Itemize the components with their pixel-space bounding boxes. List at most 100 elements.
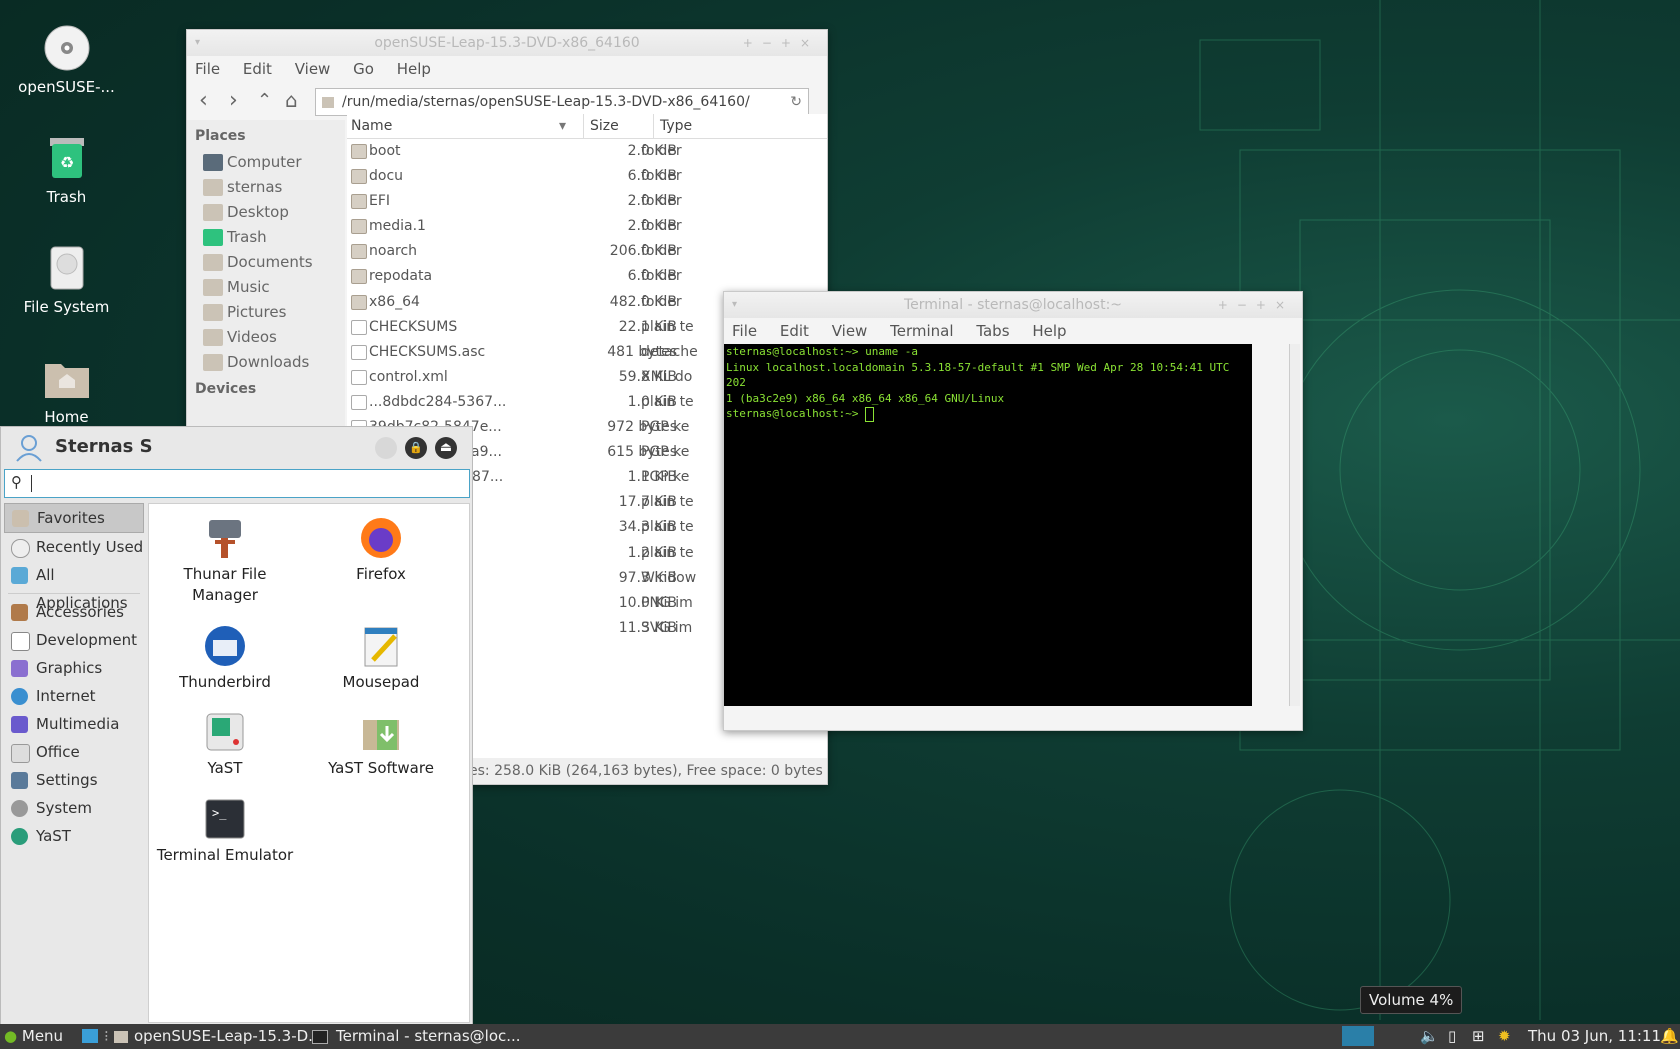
- network-icon[interactable]: ⊞: [1472, 1024, 1485, 1049]
- sidebar-item-label: Music: [227, 278, 270, 296]
- category-accessories[interactable]: Accessories: [4, 598, 144, 626]
- app-thunar[interactable]: Thunar File Manager: [149, 516, 301, 606]
- sidebar-item-documents[interactable]: Documents: [187, 250, 345, 275]
- forward-icon[interactable]: ›: [229, 88, 238, 113]
- lock-icon[interactable]: 🔒: [405, 437, 427, 459]
- up-icon[interactable]: ⌃: [257, 90, 272, 111]
- menu-file[interactable]: File: [732, 322, 757, 340]
- sidebar-item-downloads[interactable]: Downloads: [187, 350, 345, 375]
- clock-icon: [11, 539, 30, 558]
- table-row[interactable]: boot 2.0 KiB folder: [347, 139, 827, 164]
- desktop-icon-trash[interactable]: ♻ Trash: [0, 134, 133, 206]
- menu-go[interactable]: Go: [353, 60, 374, 78]
- terminal-window: ▾ Terminal - sternas@localhost:~ +−+× Fi…: [723, 291, 1303, 731]
- category-label: System: [36, 799, 92, 817]
- category-label: Multimedia: [36, 715, 120, 733]
- table-row[interactable]: docu 6.0 KiB folder: [347, 164, 827, 189]
- sidebar-item-desktop[interactable]: Desktop: [187, 200, 345, 225]
- app-yast-software[interactable]: YaST Software: [305, 710, 457, 779]
- table-row[interactable]: noarch 206.0 KiB folder: [347, 239, 827, 264]
- menu-view[interactable]: View: [295, 60, 331, 78]
- file-type: plain te: [641, 393, 694, 410]
- app-mousepad[interactable]: Mousepad: [305, 624, 457, 693]
- harddisk-icon: [43, 244, 91, 292]
- menu-terminal[interactable]: Terminal: [890, 322, 953, 340]
- table-row[interactable]: EFI 2.0 KiB folder: [347, 189, 827, 214]
- column-size[interactable]: Size: [583, 114, 619, 138]
- code-icon: [11, 632, 30, 651]
- terminal-prompt: sternas@localhost:~>: [726, 407, 866, 420]
- window-controls[interactable]: +−+×: [1218, 292, 1294, 318]
- app-yast[interactable]: YaST: [149, 710, 301, 779]
- sidebar-item-pictures[interactable]: Pictures: [187, 300, 345, 325]
- show-desktop-icon[interactable]: [82, 1029, 98, 1043]
- search-input[interactable]: ⚲: [4, 469, 470, 498]
- back-icon[interactable]: ‹: [199, 88, 208, 113]
- location-field[interactable]: /run/media/sternas/openSUSE-Leap-15.3-DV…: [315, 88, 809, 116]
- window-titlebar[interactable]: ▾ openSUSE-Leap-15.3-DVD-x86_64160 +−+×: [187, 30, 827, 56]
- category-all-applications[interactable]: All Applications: [4, 561, 144, 612]
- category-settings[interactable]: Settings: [4, 766, 144, 794]
- table-row[interactable]: repodata 6.0 KiB folder: [347, 264, 827, 289]
- reload-icon[interactable]: ↻: [790, 89, 802, 115]
- window-titlebar[interactable]: ▾ Terminal - sternas@localhost:~ +−+×: [724, 292, 1302, 318]
- home-icon[interactable]: ⌂: [285, 88, 298, 112]
- column-type[interactable]: Type: [653, 114, 692, 138]
- column-name[interactable]: Name: [351, 114, 392, 138]
- app-terminal[interactable]: >_ Terminal Emulator: [149, 797, 301, 866]
- star-icon: [12, 510, 29, 527]
- menubar: File Edit View Go Help: [187, 56, 827, 82]
- terminal-output[interactable]: sternas@localhost:~> uname -a Linux loca…: [724, 344, 1252, 706]
- menu-file[interactable]: File: [195, 60, 220, 78]
- notification-icon[interactable]: 🔔: [1660, 1024, 1679, 1049]
- menu-button[interactable]: ● Menu: [4, 1024, 63, 1049]
- clock[interactable]: Thu 03 Jun, 11:11: [1528, 1024, 1661, 1049]
- category-office[interactable]: Office: [4, 738, 144, 766]
- category-development[interactable]: Development: [4, 626, 144, 654]
- task-file-manager[interactable]: openSUSE-Leap-15.3-D...: [114, 1024, 322, 1049]
- menu-edit[interactable]: Edit: [780, 322, 809, 340]
- task-terminal[interactable]: Terminal - sternas@loc...: [312, 1024, 521, 1049]
- category-multimedia[interactable]: Multimedia: [4, 710, 144, 738]
- category-graphics[interactable]: Graphics: [4, 654, 144, 682]
- menu-tabs[interactable]: Tabs: [976, 322, 1009, 340]
- app-thunderbird[interactable]: Thunderbird: [149, 624, 301, 693]
- desktop-icon-dvd[interactable]: openSUSE-...: [0, 24, 133, 96]
- avatar: [16, 435, 42, 462]
- menu-help[interactable]: Help: [397, 60, 431, 78]
- battery-icon[interactable]: ▯: [1448, 1024, 1456, 1049]
- updates-icon[interactable]: ✹: [1498, 1024, 1511, 1049]
- volume-icon[interactable]: 🔈: [1420, 1024, 1439, 1049]
- settings-icon[interactable]: [375, 437, 397, 459]
- terminal-icon: >_: [203, 797, 247, 841]
- sidebar-item-trash[interactable]: Trash: [187, 225, 345, 250]
- sidebar-item-label: sternas: [227, 178, 283, 196]
- app-firefox[interactable]: Firefox: [305, 516, 457, 585]
- category-internet[interactable]: Internet: [4, 682, 144, 710]
- category-recently-used[interactable]: Recently Used: [4, 533, 144, 561]
- desktop-icon-home[interactable]: Home: [0, 354, 133, 426]
- file-type: XML do: [641, 368, 693, 385]
- desktop-icon-filesystem[interactable]: File System: [0, 244, 133, 316]
- menu-header: Sternas S 🔒 ⏏: [1, 427, 472, 465]
- file-type: SVG im: [641, 619, 693, 636]
- category-system[interactable]: System: [4, 794, 144, 822]
- sidebar-item-videos[interactable]: Videos: [187, 325, 345, 350]
- window-menu-icon[interactable]: ▾: [195, 30, 200, 56]
- window-controls[interactable]: +−+×: [743, 30, 819, 56]
- menu-help[interactable]: Help: [1032, 322, 1066, 340]
- category-favorites[interactable]: Favorites: [4, 503, 144, 533]
- menu-edit[interactable]: Edit: [243, 60, 272, 78]
- logout-icon[interactable]: ⏏: [435, 437, 457, 459]
- sidebar-item-computer[interactable]: Computer: [187, 150, 345, 175]
- menu-view[interactable]: View: [832, 322, 868, 340]
- category-yast[interactable]: YaST: [4, 822, 144, 850]
- scrollbar[interactable]: [1289, 344, 1300, 706]
- sidebar-item-music[interactable]: Music: [187, 275, 345, 300]
- window-menu-icon[interactable]: ▾: [732, 292, 737, 318]
- sidebar-item-home[interactable]: sternas: [187, 175, 345, 200]
- accessories-icon: [11, 604, 28, 621]
- workspace-switcher[interactable]: [1342, 1026, 1374, 1046]
- file-name: CHECKSUMS.asc: [369, 343, 486, 360]
- table-row[interactable]: media.1 2.0 KiB folder: [347, 214, 827, 239]
